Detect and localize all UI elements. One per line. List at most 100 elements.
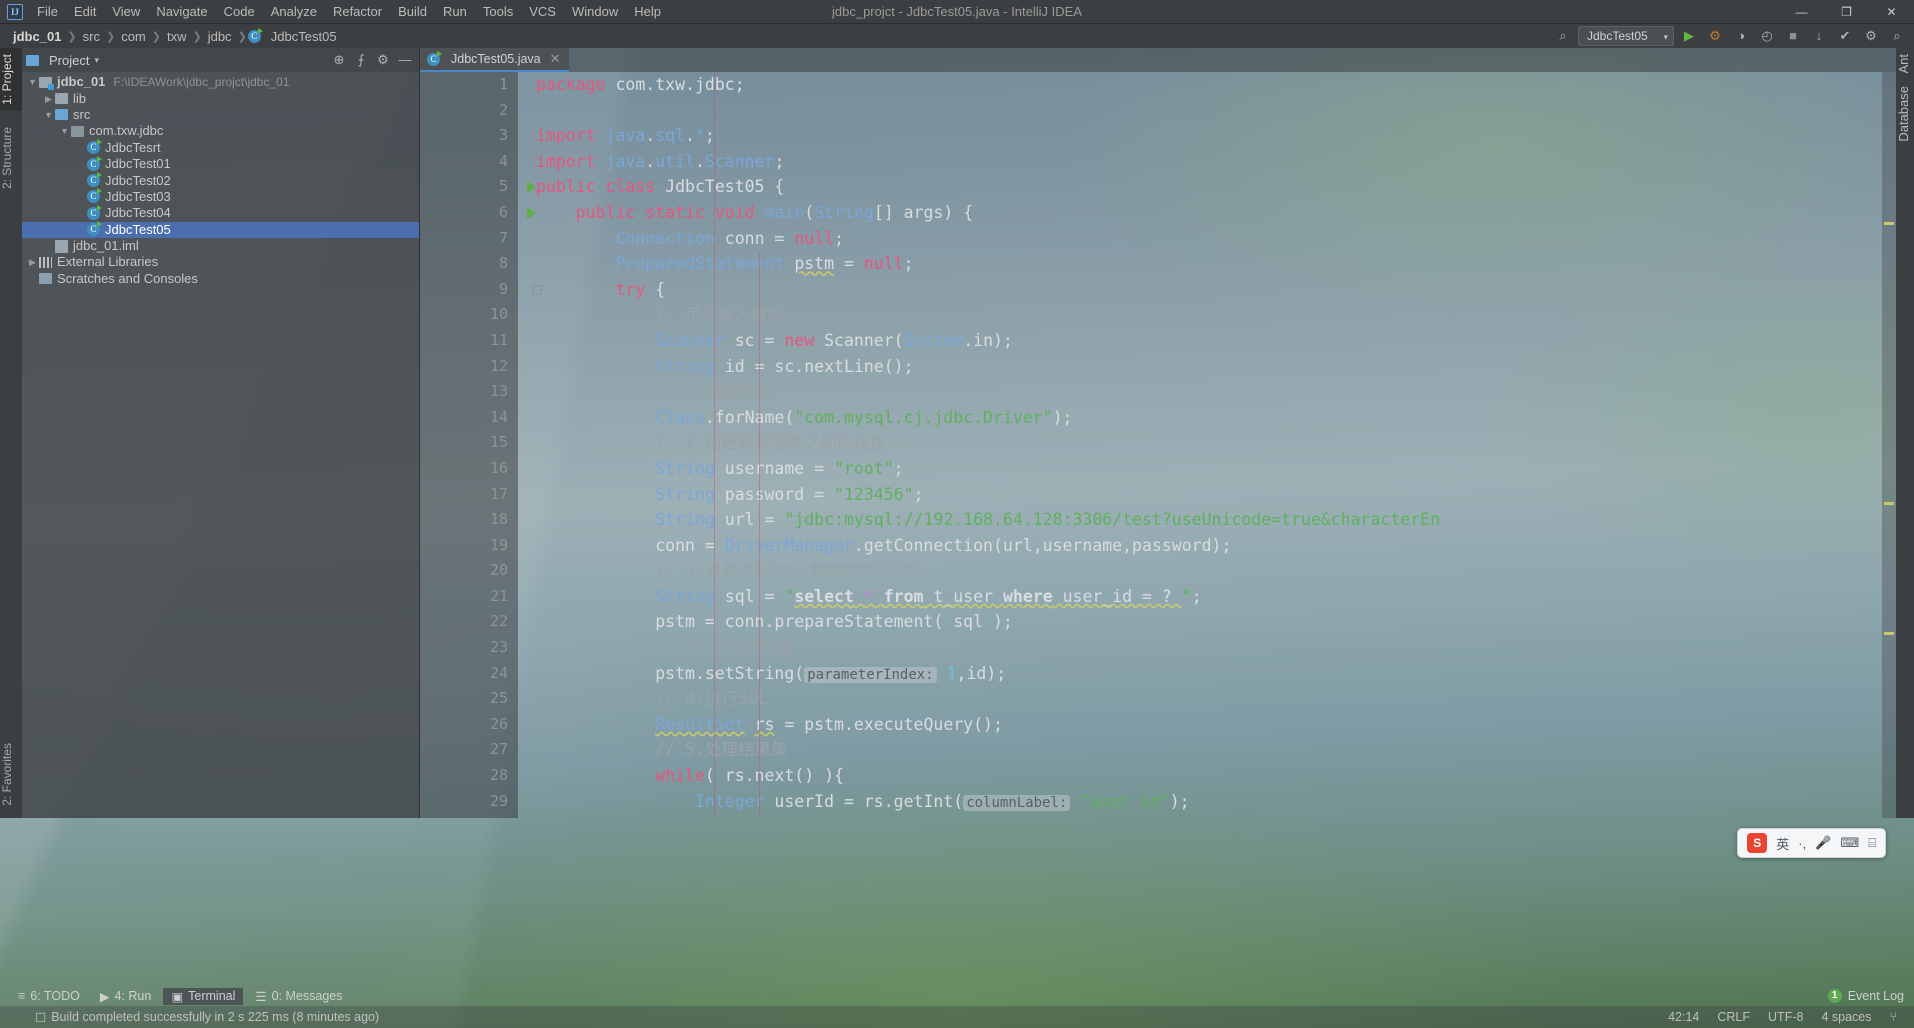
tree-item-JdbcTest04[interactable]: C JdbcTest04 xyxy=(22,204,419,221)
hide-panel-icon[interactable]: — xyxy=(395,50,415,70)
close-icon[interactable]: ✕ xyxy=(550,51,561,67)
maximize-button[interactable]: ❐ xyxy=(1824,0,1869,24)
breadcrumb-jdbc_01[interactable]: jdbc_01 xyxy=(8,28,66,45)
git-commit-icon[interactable]: ✔ xyxy=(1834,26,1856,46)
tree-item-package[interactable]: ▼ com.txw.jdbc xyxy=(22,123,419,139)
code-line-4[interactable]: import java.util.Scanner; xyxy=(536,149,1896,175)
line-number-16[interactable]: 16 xyxy=(420,456,518,482)
warning-stripe[interactable] xyxy=(1884,502,1894,505)
locate-icon[interactable]: ⊕ xyxy=(329,50,349,70)
search-everywhere-icon[interactable]: ⌕ xyxy=(1552,26,1574,46)
line-number-19[interactable]: 19 xyxy=(420,533,518,559)
line-separator[interactable]: CRLF xyxy=(1708,1006,1759,1028)
code-line-17[interactable]: String password = "123456"; xyxy=(536,482,1896,508)
sidebar-item-ant[interactable]: Ant xyxy=(1896,48,1914,80)
line-number-18[interactable]: 18 xyxy=(420,507,518,533)
line-number-gutter[interactable]: 1 2 3-4-5 6 7 8 9-10 11 12 13 14 15 16 17 18 19 20 21 22 23… xyxy=(420,72,542,818)
line-number-11[interactable]: 11 xyxy=(420,328,518,354)
sidebar-item-database[interactable]: Database xyxy=(1896,80,1914,148)
code-line-2[interactable] xyxy=(536,98,1896,124)
caret-position[interactable]: 42:14 xyxy=(1659,1006,1708,1028)
line-number-1[interactable]: 1 xyxy=(420,72,518,98)
line-number-13[interactable]: 13 xyxy=(420,379,518,405)
debug-icon[interactable]: ⚙ xyxy=(1704,26,1726,46)
git-update-icon[interactable]: ↓ xyxy=(1808,26,1830,46)
tree-item-src[interactable]: ▼ src xyxy=(22,107,419,123)
sidebar-item-structure[interactable]: 2: Structure xyxy=(0,121,22,195)
bottom-tab-messages[interactable]: ☰ 0: Messages xyxy=(247,988,350,1005)
code-line-16[interactable]: String username = "root"; xyxy=(536,456,1896,482)
warning-stripe[interactable] xyxy=(1884,222,1894,225)
tree-twisty-icon[interactable]: ▼ xyxy=(26,74,39,90)
run-coverage-icon[interactable]: ◑ xyxy=(1730,26,1752,46)
tree-item-iml[interactable]: jdbc_01.iml xyxy=(22,238,419,254)
line-number-22[interactable]: 22 xyxy=(420,609,518,635)
line-number-27[interactable]: 27 xyxy=(420,737,518,763)
run-configuration-selector[interactable]: JdbcTest05 xyxy=(1578,26,1674,46)
code-line-15[interactable]: // 2.创建和数据库之间的连接 xyxy=(536,430,1896,456)
tree-twisty-icon[interactable]: ▼ xyxy=(58,123,71,139)
line-number-7[interactable]: 7 xyxy=(420,226,518,252)
code-line-28[interactable]: while( rs.next() ){ xyxy=(536,763,1896,789)
code-line-6[interactable]: public static void main(String[] args) { xyxy=(536,200,1896,226)
tree-twisty-icon[interactable]: ▶ xyxy=(42,91,55,107)
line-number-28[interactable]: 28 xyxy=(420,763,518,789)
menu-navigate[interactable]: Navigate xyxy=(148,1,215,22)
code-line-27[interactable]: // 5.处理结果集 xyxy=(536,737,1896,763)
sidebar-item-project[interactable]: 1: Project xyxy=(0,48,22,111)
tree-item-JdbcTest01[interactable]: C JdbcTest01 xyxy=(22,155,419,172)
code-text[interactable]: package com.txw.jdbc; import java.sql.*;… xyxy=(518,72,1896,818)
line-number-10[interactable]: 10 xyxy=(420,302,518,328)
bottom-tab-todo[interactable]: ≡ 6: TODO xyxy=(10,988,88,1004)
line-number-12[interactable]: 12 xyxy=(420,354,518,380)
tree-item-JdbcTest05[interactable]: C JdbcTest05 xyxy=(22,221,419,238)
ime-dot-icon[interactable]: ·, xyxy=(1798,836,1806,851)
code-line-19[interactable]: conn = DriverManager.getConnection(url,u… xyxy=(536,533,1896,559)
code-line-30[interactable]: username = rs.getString(columnLabel: "us… xyxy=(536,814,1896,818)
menu-code[interactable]: Code xyxy=(216,1,263,22)
line-number-20[interactable]: 20 xyxy=(420,558,518,584)
close-button[interactable]: ✕ xyxy=(1869,0,1914,24)
code-line-18[interactable]: String url = "jdbc:mysql://192.168.64.12… xyxy=(536,507,1896,533)
menu-view[interactable]: View xyxy=(104,1,148,22)
ime-keyboard-icon[interactable]: ⌨ xyxy=(1840,835,1859,851)
code-line-10[interactable]: // 用户输入数据 xyxy=(536,302,1896,328)
code-line-24[interactable]: pstm.setString(parameterIndex: 1,id); xyxy=(536,661,1896,687)
line-number-24[interactable]: 24 xyxy=(420,661,518,687)
tree-item-JdbcTesrt[interactable]: C JdbcTesrt xyxy=(22,139,419,156)
code-line-1[interactable]: package com.txw.jdbc; xyxy=(536,72,1896,98)
ime-menu-icon[interactable]: ⌸ xyxy=(1868,835,1876,851)
indent-setting[interactable]: 4 spaces xyxy=(1812,1006,1880,1028)
tree-item-scratches[interactable]: Scratches and Consoles xyxy=(22,271,419,287)
tree-item-jdbc_01[interactable]: ▼ jdbc_01 F:\IDEAWork\jdbc_projct\jdbc_01 xyxy=(22,74,419,90)
line-number-9[interactable]: 9- xyxy=(420,277,542,303)
breadcrumb-jdbc[interactable]: jdbc xyxy=(203,28,237,45)
menu-help[interactable]: Help xyxy=(626,1,669,22)
tree-item-JdbcTest02[interactable]: C JdbcTest02 xyxy=(22,172,419,188)
line-number-21[interactable]: 21 xyxy=(420,584,518,610)
file-encoding[interactable]: UTF-8 xyxy=(1759,1006,1812,1028)
editor-tab-JdbcTest05[interactable]: C JdbcTest05.java ✕ xyxy=(420,48,569,72)
code-line-25[interactable]: // 4.执行SQL xyxy=(536,686,1896,712)
line-number-30[interactable]: 30 xyxy=(420,814,518,818)
collapse-all-icon[interactable]: ⨍ xyxy=(351,50,371,70)
line-number-29[interactable]: 29 xyxy=(420,789,518,815)
git-branch-icon[interactable]: ⑂ xyxy=(1880,1006,1906,1028)
menu-build[interactable]: Build xyxy=(390,1,435,22)
sidebar-item-favorites[interactable]: 2: Favorites xyxy=(0,737,22,812)
code-line-26[interactable]: ResultSet rs = pstm.executeQuery(); xyxy=(536,712,1896,738)
stop-icon[interactable]: ■ xyxy=(1782,26,1804,46)
line-number-3[interactable]: 3- xyxy=(420,123,542,149)
breadcrumb-JdbcTest05[interactable]: JdbcTest05 xyxy=(266,28,342,45)
menu-analyze[interactable]: Analyze xyxy=(263,1,325,22)
line-number-23[interactable]: 23 xyxy=(420,635,518,661)
build-status[interactable]: ☐ Build completed successfully in 2 s 22… xyxy=(26,1006,388,1028)
line-number-14[interactable]: 14 xyxy=(420,405,518,431)
menu-file[interactable]: File xyxy=(29,1,66,22)
line-number-2[interactable]: 2 xyxy=(420,98,518,124)
settings-icon[interactable]: ⚙ xyxy=(1860,26,1882,46)
code-line-9[interactable]: try { xyxy=(536,277,1896,303)
menu-refactor[interactable]: Refactor xyxy=(325,1,390,22)
gear-icon[interactable]: ⚙ xyxy=(373,50,393,70)
code-line-7[interactable]: Connection conn = null; xyxy=(536,226,1896,252)
